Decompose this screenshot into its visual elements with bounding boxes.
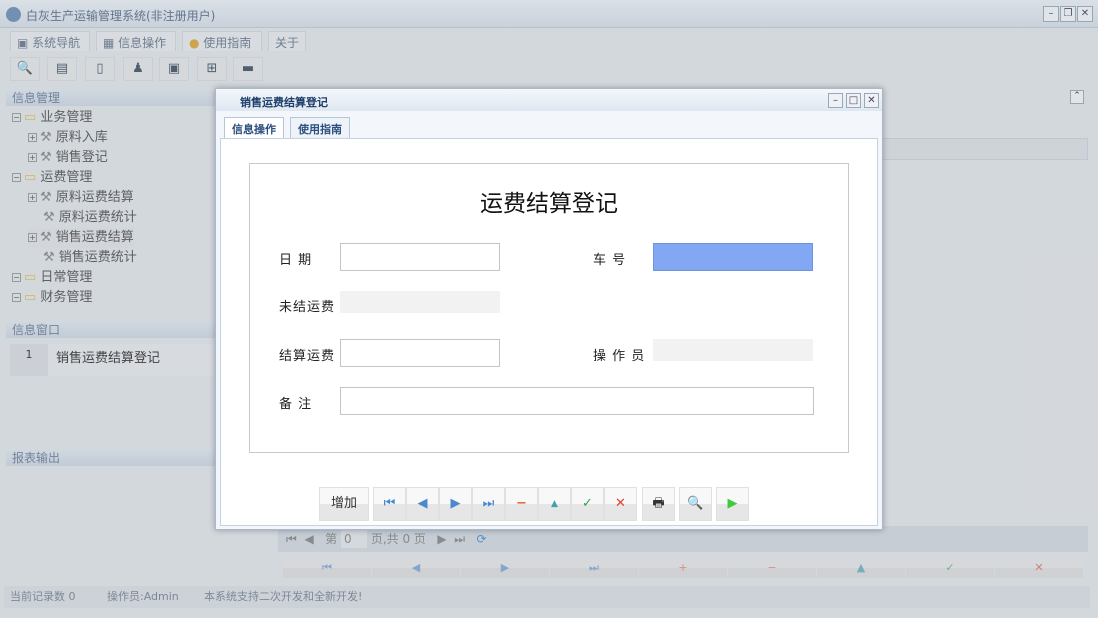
- last-record-button[interactable]: ⏭: [472, 487, 505, 521]
- up-button[interactable]: ▲: [538, 487, 571, 521]
- remark-input[interactable]: [340, 387, 814, 415]
- dialog-minimize-button[interactable]: –: [828, 93, 843, 108]
- cancel-button[interactable]: ✕: [604, 487, 637, 521]
- settle-input[interactable]: [340, 339, 500, 367]
- preview-button[interactable]: 🔍: [679, 487, 712, 521]
- play-icon: ▶: [728, 496, 738, 511]
- run-button[interactable]: ▶: [716, 487, 749, 521]
- dialog-tab-guide[interactable]: 使用指南: [290, 117, 350, 138]
- add-button[interactable]: 增加: [319, 487, 369, 521]
- date-label: 日 期: [279, 249, 312, 268]
- operator-field: [653, 339, 813, 361]
- date-input[interactable]: [340, 243, 500, 271]
- unsettled-field: [340, 291, 500, 313]
- settlement-form: 运费结算登记 日 期 车 号 未结运费 结算运费 操 作 员 备 注: [249, 163, 849, 453]
- delete-button[interactable]: −: [505, 487, 538, 521]
- operator-label: 操 作 员: [593, 345, 645, 364]
- print-button[interactable]: 🖶: [642, 487, 675, 521]
- printer-icon: 🖶: [652, 496, 664, 511]
- settle-label: 结算运费: [279, 345, 335, 364]
- settlement-dialog: 销售运费结算登记 – □ ✕ 信息操作 使用指南 运费结算登记 日 期 车 号 …: [215, 88, 883, 530]
- remark-label: 备 注: [279, 393, 312, 412]
- car-input[interactable]: [653, 243, 813, 271]
- dialog-close-button[interactable]: ✕: [864, 93, 879, 108]
- dialog-tab-info-ops[interactable]: 信息操作: [224, 117, 284, 138]
- confirm-button[interactable]: ✓: [571, 487, 604, 521]
- car-label: 车 号: [593, 249, 626, 268]
- form-title: 运费结算登记: [250, 184, 848, 218]
- first-record-button[interactable]: ⏮: [373, 487, 406, 521]
- dialog-body: 运费结算登记 日 期 车 号 未结运费 结算运费 操 作 员 备 注: [220, 138, 878, 526]
- unsettled-label: 未结运费: [279, 296, 335, 315]
- prev-record-button[interactable]: ◀: [406, 487, 439, 521]
- magnifier-icon: 🔍: [687, 496, 703, 511]
- dialog-title: 销售运费结算登记: [216, 89, 882, 111]
- next-record-button[interactable]: ▶: [439, 487, 472, 521]
- dialog-maximize-button[interactable]: □: [846, 93, 861, 108]
